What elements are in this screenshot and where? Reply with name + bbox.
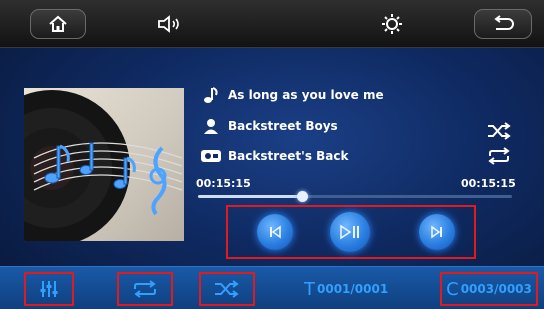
brightness-button[interactable]: [372, 9, 412, 39]
next-track-button[interactable]: [419, 214, 455, 250]
play-pause-icon: [340, 224, 359, 240]
shuffle-mode-button[interactable]: [199, 272, 255, 306]
disc-icon: [200, 147, 222, 165]
progress-fill: [198, 195, 302, 198]
shuffle-icon: [488, 122, 511, 140]
music-note-icon: [200, 86, 222, 104]
song-title: As long as you love me: [228, 88, 384, 102]
song-title-row: As long as you love me: [200, 84, 384, 106]
track-counter: T 0001/0001: [304, 272, 394, 306]
folder-letter: C: [446, 278, 459, 300]
elapsed-time: 00:15:15: [196, 177, 251, 190]
repeat-icon: [134, 280, 156, 298]
equalizer-button[interactable]: [24, 272, 74, 306]
total-time: 00:15:15: [461, 177, 516, 190]
album-row: Backstreet's Back: [200, 145, 348, 167]
return-icon: [494, 15, 514, 30]
speaker-icon: [158, 15, 179, 33]
music-player-screen: As long as you love me Backstreet Boys B…: [0, 0, 544, 309]
album-artwork-image: [24, 90, 183, 241]
previous-track-button[interactable]: [257, 214, 293, 250]
brightness-icon: [382, 14, 402, 34]
equalizer-icon: [40, 281, 58, 297]
folder-counter[interactable]: C 0003/0003: [440, 272, 538, 306]
person-icon: [200, 117, 222, 135]
volume-button[interactable]: [148, 9, 194, 39]
artist-name: Backstreet Boys: [228, 119, 338, 133]
progress-knob[interactable]: [296, 191, 308, 202]
play-pause-button[interactable]: [330, 212, 370, 252]
top-bar: [0, 0, 544, 48]
repeat-mode-button[interactable]: [117, 272, 173, 306]
previous-icon: [270, 225, 281, 239]
next-icon: [431, 225, 442, 239]
track-letter: T: [304, 278, 315, 300]
track-counter-value: 0001/0001: [317, 282, 389, 296]
progress-bar[interactable]: [198, 191, 512, 202]
back-button[interactable]: [474, 9, 532, 39]
repeat-icon: [488, 147, 510, 165]
home-icon: [49, 15, 67, 32]
home-button[interactable]: [30, 9, 86, 39]
shuffle-icon: [215, 280, 239, 298]
album-art: [24, 88, 184, 241]
artist-row: Backstreet Boys: [200, 115, 338, 137]
album-name: Backstreet's Back: [228, 149, 349, 163]
folder-counter-value: 0003/0003: [460, 282, 532, 296]
